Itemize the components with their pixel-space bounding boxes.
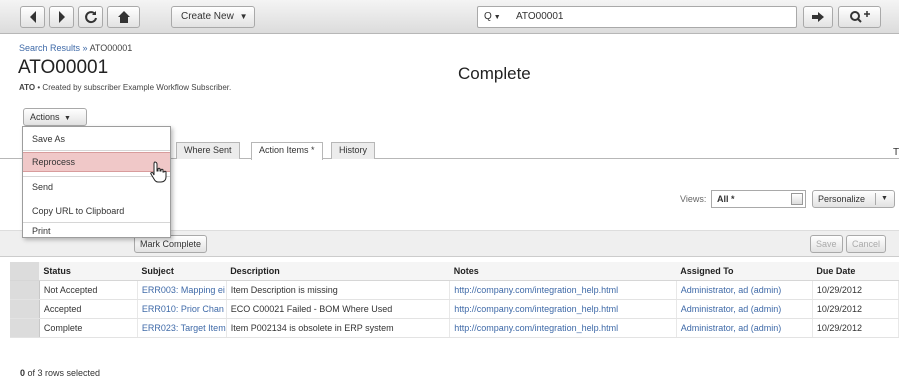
subject-link[interactable]: ERR010: Prior Chan: [137, 299, 227, 319]
description-cell: Item Description is missing: [226, 280, 451, 300]
menu-item-print[interactable]: Print: [23, 223, 170, 239]
page-subtitle: ATO • Created by subscriber Example Work…: [19, 83, 231, 92]
due-date-cell: 10/29/2012: [812, 299, 899, 319]
breadcrumb-current: ATO00001: [89, 43, 133, 53]
home-button[interactable]: [107, 6, 140, 28]
row-selector[interactable]: [10, 299, 40, 319]
breadcrumb: Search Results » ATO00001: [19, 43, 132, 53]
description-cell: Item P002134 is obsolete in ERP system: [226, 318, 451, 338]
search-icon: Q: [484, 11, 492, 22]
subtitle-type: ATO: [19, 83, 36, 92]
table-row[interactable]: Accepted ERR010: Prior Chan ECO C00021 F…: [10, 299, 899, 319]
tab-history[interactable]: History: [331, 142, 376, 159]
chevron-down-icon: ▼: [64, 115, 71, 122]
forward-arrow-icon: [58, 11, 65, 23]
table-row[interactable]: Complete ERR023: Target Item Item P00213…: [10, 318, 899, 338]
action-items-table: Status Subject Description Notes Assigne…: [10, 262, 899, 338]
refresh-button[interactable]: [78, 6, 103, 28]
status-title: Complete: [458, 64, 531, 83]
column-header[interactable]: Subject: [137, 262, 227, 281]
save-button[interactable]: Save: [810, 235, 843, 253]
personalize-label: Personalize: [818, 194, 866, 204]
tab-where-sent[interactable]: Where Sent: [176, 142, 240, 159]
menu-item-send[interactable]: Send: [23, 179, 170, 195]
tab-action-items[interactable]: Action Items *: [251, 142, 323, 160]
assigned-to-link[interactable]: Administrator, ad (admin): [676, 318, 813, 338]
due-date-cell: 10/29/2012: [812, 280, 899, 300]
search-plus-icon: [849, 11, 870, 23]
views-label: Views:: [680, 194, 707, 204]
search-scope[interactable]: Q ▼: [484, 7, 501, 28]
due-date-cell: 10/29/2012: [812, 318, 899, 338]
select-column-header[interactable]: [10, 262, 40, 281]
status-cell: Complete: [39, 318, 138, 338]
back-arrow-icon: [29, 11, 36, 23]
status-cell: Accepted: [39, 299, 138, 319]
forward-button[interactable]: [49, 6, 74, 28]
subtitle-text: • Created by subscriber Example Workflow…: [37, 83, 232, 92]
page-title: ATO00001: [18, 57, 109, 78]
subject-link[interactable]: ERR023: Target Item: [137, 318, 227, 338]
breadcrumb-separator: »: [82, 43, 88, 53]
arrow-right-icon: [812, 12, 824, 22]
back-button[interactable]: [20, 6, 45, 28]
menu-divider: [23, 176, 170, 177]
chevron-down-icon: ▼: [491, 14, 501, 21]
cancel-button[interactable]: Cancel: [846, 235, 887, 253]
column-header[interactable]: Status: [39, 262, 138, 281]
selected-count: 0: [20, 368, 26, 378]
row-selector[interactable]: [10, 318, 40, 338]
menu-item-save-as[interactable]: Save As: [23, 131, 170, 147]
row-selector[interactable]: [10, 280, 40, 300]
breadcrumb-link[interactable]: Search Results: [19, 43, 80, 53]
views-value: All *: [717, 194, 735, 204]
notes-link[interactable]: http://company.com/integration_help.html: [449, 299, 677, 319]
assigned-to-link[interactable]: Administrator, ad (admin): [676, 280, 813, 300]
subject-text: ERR003: Mapping ei: [141, 284, 225, 295]
advanced-search-button[interactable]: [838, 6, 881, 28]
table-header-row: Status Subject Description Notes Assigne…: [10, 262, 899, 281]
chevron-down-icon: ▼: [239, 12, 248, 21]
selected-text: of 3 rows selected: [27, 368, 101, 378]
home-icon: [117, 11, 130, 23]
search-go-button[interactable]: [803, 6, 833, 28]
search-input[interactable]: Q ▼ ATO00001: [477, 6, 797, 28]
table-row[interactable]: Not Accepted ERR003: Mapping ei Item Des…: [10, 280, 899, 300]
subject-link[interactable]: ERR003: Mapping ei: [137, 280, 227, 300]
actions-label: Actions: [30, 112, 60, 122]
personalize-button[interactable]: Personalize ▼: [812, 190, 895, 208]
description-cell: ECO C00021 Failed - BOM Where Used: [226, 299, 451, 319]
menu-item-reprocess[interactable]: Reprocess: [23, 152, 170, 172]
column-header[interactable]: Assigned To: [676, 262, 813, 281]
dropdown-arrow-icon[interactable]: [791, 193, 803, 205]
search-value: ATO00001: [516, 11, 564, 22]
panel-edge-marker: T: [893, 147, 899, 158]
button-divider: [875, 193, 876, 205]
chevron-down-icon[interactable]: ▼: [881, 191, 888, 207]
create-new-label: Create New: [181, 11, 234, 22]
status-cell: Not Accepted: [39, 280, 138, 300]
subject-text: ERR023: Target Item: [141, 322, 226, 333]
refresh-icon: [84, 11, 97, 24]
menu-divider: [23, 150, 170, 151]
subject-text: ERR010: Prior Chan: [141, 303, 224, 314]
column-header[interactable]: Description: [226, 262, 450, 281]
column-header[interactable]: Notes: [449, 262, 677, 281]
views-select[interactable]: All *: [711, 190, 806, 208]
actions-button[interactable]: Actions ▼: [23, 108, 87, 126]
create-new-dropdown[interactable]: Create New ▼: [171, 6, 255, 28]
rows-selected-status: 0 of 3 rows selected: [20, 368, 100, 378]
assigned-to-link[interactable]: Administrator, ad (admin): [676, 299, 813, 319]
notes-link[interactable]: http://company.com/integration_help.html: [449, 318, 677, 338]
hand-cursor-icon: [149, 161, 167, 186]
column-header[interactable]: Due Date: [812, 262, 899, 281]
notes-link[interactable]: http://company.com/integration_help.html: [449, 280, 677, 300]
menu-item-copy-url[interactable]: Copy URL to Clipboard: [23, 203, 170, 219]
